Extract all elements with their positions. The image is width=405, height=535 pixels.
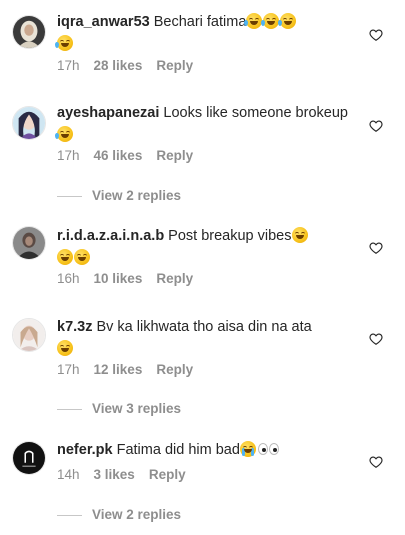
reply-button[interactable]: Reply xyxy=(156,271,193,286)
view-replies-button[interactable]: View 2 replies xyxy=(57,188,181,206)
view-replies-label: View 2 replies xyxy=(92,188,182,203)
comment-time: 17h xyxy=(57,362,80,377)
comment-time: 14h xyxy=(57,467,80,482)
comment-body: ayeshapanezai Looks like someone brokeup xyxy=(55,102,353,146)
comment-time: 16h xyxy=(57,271,80,286)
comment-meta: 17h 46 likes Reply xyxy=(57,148,207,163)
reply-button[interactable]: Reply xyxy=(156,58,193,73)
joy-emoji xyxy=(57,340,73,356)
view-replies-label: View 2 replies xyxy=(92,507,182,522)
likes-count[interactable]: 10 likes xyxy=(94,271,143,286)
view-replies-button[interactable]: View 3 replies xyxy=(57,401,181,419)
comment-body: iqra_anwar53 Bechari fatima xyxy=(55,11,353,55)
comment-username[interactable]: nefer.pk xyxy=(57,442,113,458)
avatar[interactable] xyxy=(12,106,46,140)
heart-icon[interactable] xyxy=(369,455,383,469)
comment-text: Looks like someone brokeup xyxy=(163,105,348,121)
comment-text: Fatima did him bad xyxy=(116,442,240,458)
comment-body: nefer.pk Fatima did him bad xyxy=(57,439,353,461)
heart-icon[interactable] xyxy=(369,119,383,133)
comment-meta: 16h 10 likes Reply xyxy=(57,271,207,286)
comment-text: Bechari fatima xyxy=(153,14,247,30)
rofl-emoji xyxy=(55,35,73,51)
comment-text: Post breakup vibes xyxy=(168,228,292,244)
comment-username[interactable]: r.i.d.a.z.a.i.n.a.b xyxy=(57,228,164,244)
comment-time: 17h xyxy=(57,58,80,73)
divider-line xyxy=(57,195,82,197)
comment-body: k7.3z Bv ka likhwata tho aisa din na ata xyxy=(57,316,353,360)
crying-emoji xyxy=(239,441,256,457)
likes-count[interactable]: 28 likes xyxy=(94,58,143,73)
likes-count[interactable]: 3 likes xyxy=(94,467,135,482)
comment-body: r.i.d.a.z.a.i.n.a.b Post breakup vibes xyxy=(57,225,353,269)
avatar[interactable] xyxy=(12,441,46,475)
heart-icon[interactable] xyxy=(369,28,383,42)
comment-text: Bv ka likhwata tho aisa din na ata xyxy=(96,319,312,335)
avatar[interactable] xyxy=(12,226,46,260)
heart-icon[interactable] xyxy=(369,332,383,346)
joy-emoji xyxy=(57,249,73,265)
comment-username[interactable]: k7.3z xyxy=(57,319,92,335)
rofl-emoji xyxy=(261,13,280,29)
reply-button[interactable]: Reply xyxy=(149,467,186,482)
joy-emoji xyxy=(74,249,90,265)
comment-meta: 14h 3 likes Reply xyxy=(57,467,200,482)
reply-button[interactable]: Reply xyxy=(156,362,193,377)
rofl-emoji xyxy=(244,13,263,29)
eyes-emoji xyxy=(257,441,281,457)
likes-count[interactable]: 46 likes xyxy=(94,148,143,163)
avatar[interactable] xyxy=(12,318,46,352)
reply-button[interactable]: Reply xyxy=(156,148,193,163)
joy-emoji xyxy=(291,227,308,243)
view-replies-button[interactable]: View 2 replies xyxy=(57,507,181,525)
rofl-emoji xyxy=(55,126,73,142)
likes-count[interactable]: 12 likes xyxy=(94,362,143,377)
comment-username[interactable]: iqra_anwar53 xyxy=(57,14,150,30)
comment-meta: 17h 28 likes Reply xyxy=(57,58,207,73)
divider-line xyxy=(57,408,82,410)
view-replies-label: View 3 replies xyxy=(92,401,182,416)
heart-icon[interactable] xyxy=(369,241,383,255)
comment-meta: 17h 12 likes Reply xyxy=(57,362,207,377)
divider-line xyxy=(57,514,82,516)
comment-time: 17h xyxy=(57,148,80,163)
avatar[interactable] xyxy=(12,15,46,49)
rofl-emoji xyxy=(278,13,297,29)
comment-username[interactable]: ayeshapanezai xyxy=(57,105,159,121)
